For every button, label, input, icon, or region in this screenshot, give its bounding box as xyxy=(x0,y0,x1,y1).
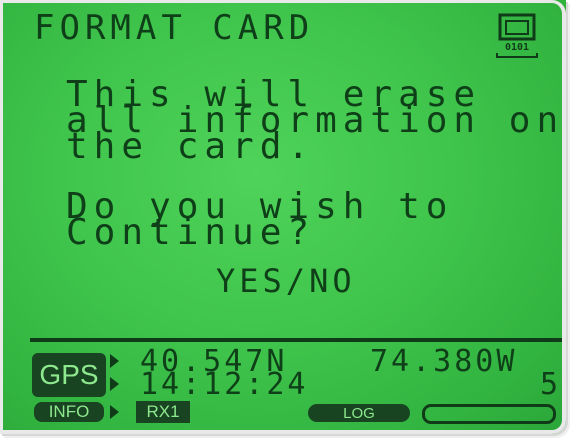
yes-no-prompt[interactable]: YES/NO xyxy=(216,262,356,300)
message-line: Continue? xyxy=(66,212,316,253)
log-progress-bar xyxy=(422,404,556,424)
satellite-count: 5 xyxy=(540,367,562,402)
arrow-right-icon xyxy=(110,377,119,391)
memory-card-icon: 0101 xyxy=(496,13,538,58)
longitude-readout: 74.380W xyxy=(370,344,518,379)
log-badge: LOG xyxy=(308,404,410,422)
lcd-screen: FORMAT CARD 0101 This will erase all inf… xyxy=(0,0,566,434)
page-title: FORMAT CARD xyxy=(34,8,315,48)
warning-message: This will erase all information on the c… xyxy=(66,77,558,253)
arrow-right-icon xyxy=(110,354,119,368)
rx-badge: RX1 xyxy=(136,401,190,423)
info-badge: INFO xyxy=(34,402,104,422)
status-divider xyxy=(30,338,566,342)
time-readout: 14:12:24 xyxy=(140,367,309,402)
gps-badge: GPS xyxy=(32,353,106,397)
arrow-right-icon xyxy=(110,405,119,419)
card-icon-label: 0101 xyxy=(505,42,529,53)
